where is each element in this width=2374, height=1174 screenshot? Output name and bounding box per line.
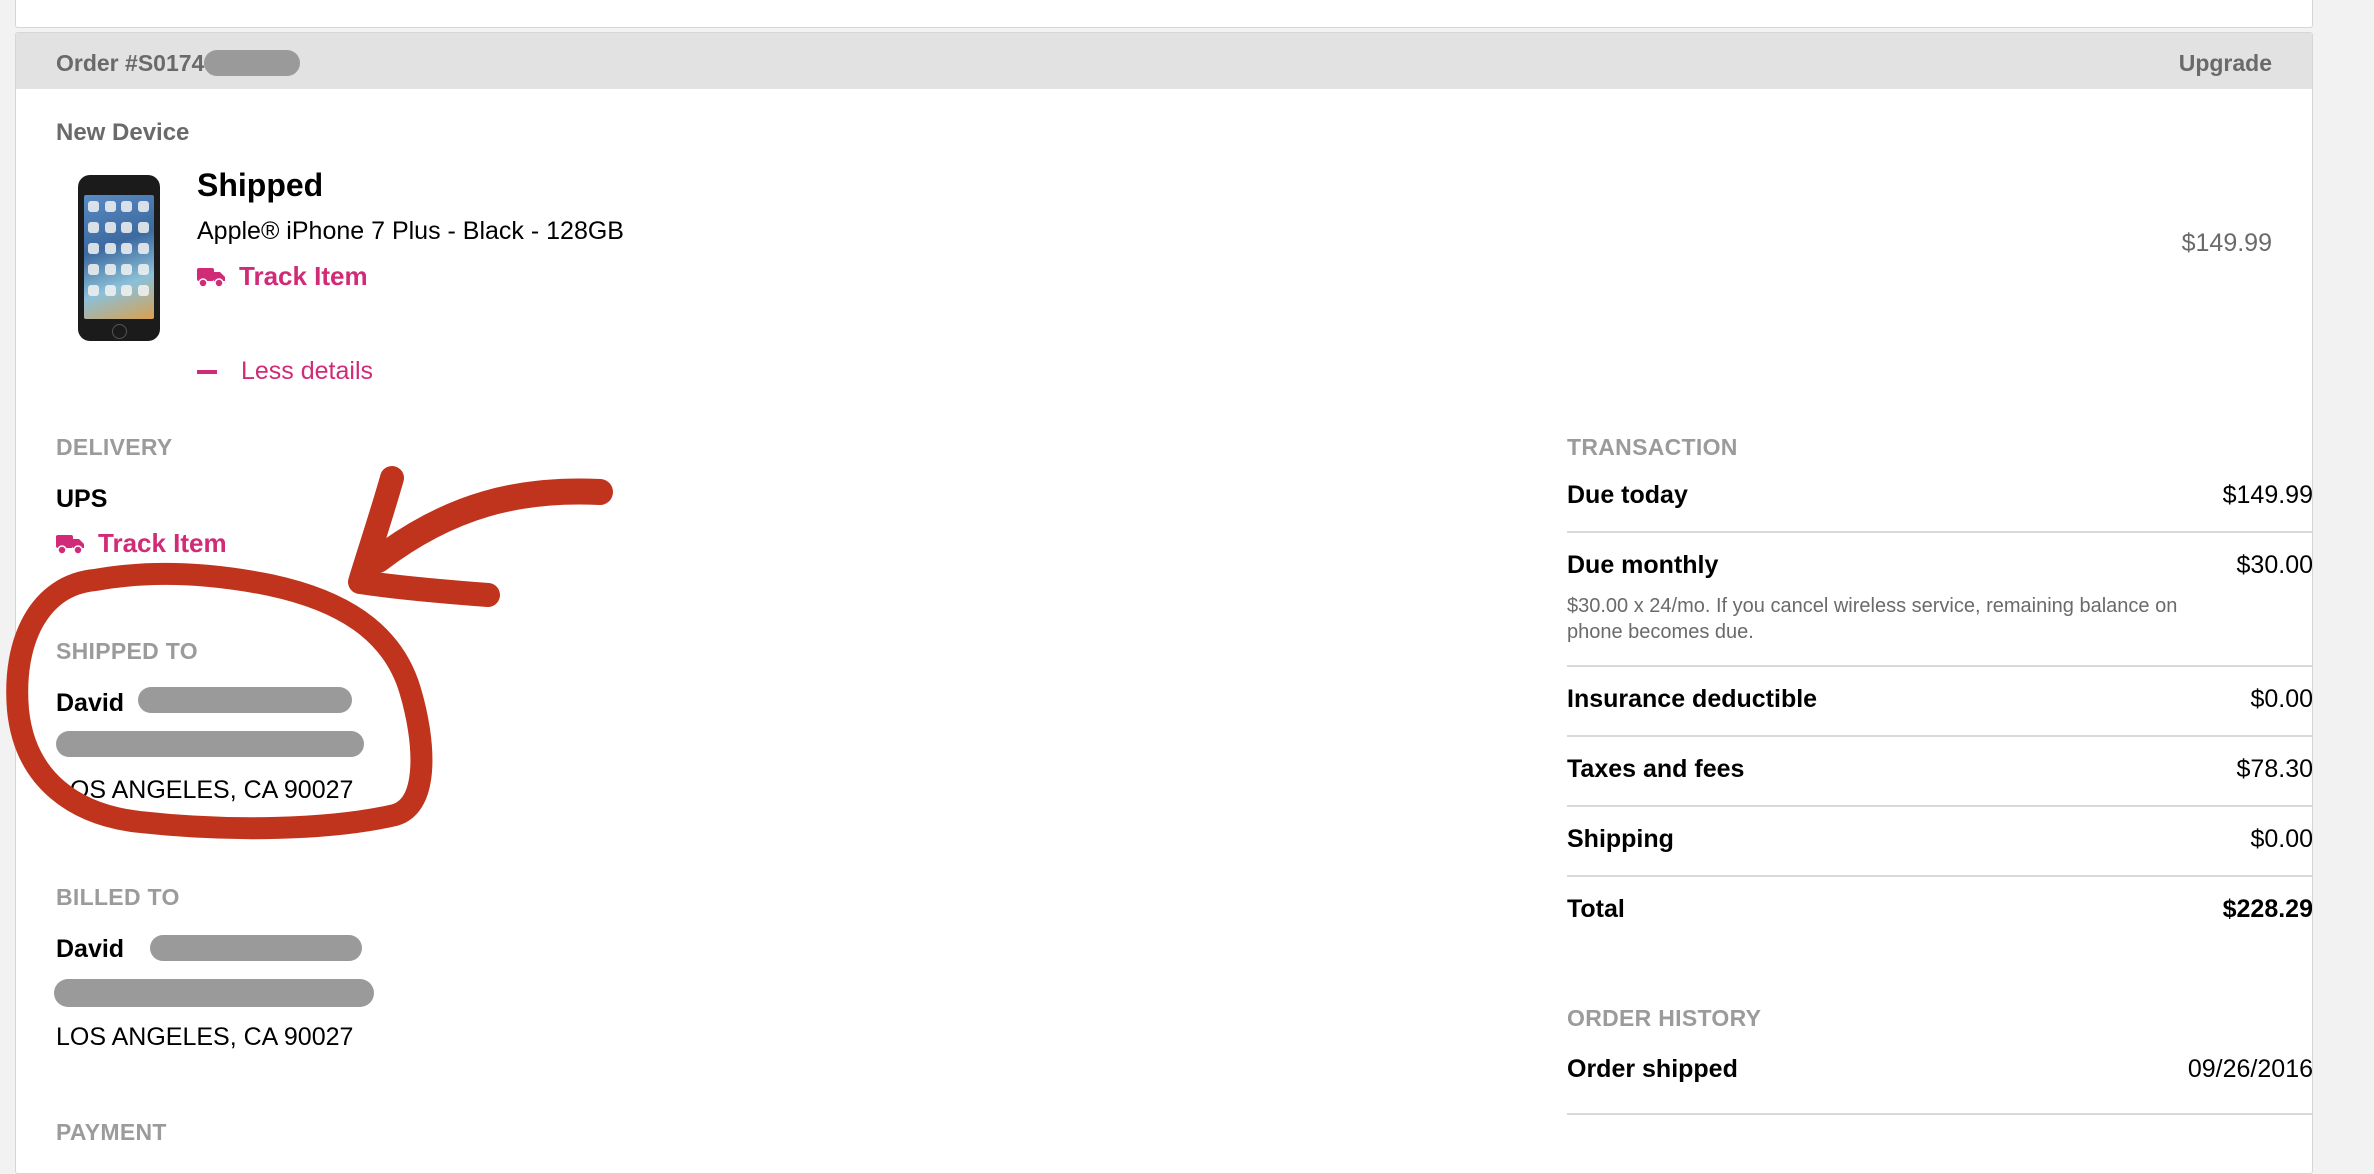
transaction-row-shipping: Shipping $0.00 <box>1567 825 2312 877</box>
shipped-to-street-redaction <box>56 731 364 757</box>
due-monthly-note: $30.00 x 24/mo. If you cancel wireless s… <box>1567 595 2178 643</box>
billed-to-city: LOS ANGELES, CA 90027 <box>56 1023 354 1051</box>
delivery-track-item-link[interactable]: Track Item <box>56 528 227 559</box>
shipped-to-name-redaction <box>138 687 352 713</box>
order-number: Order #S0174 <box>56 49 301 77</box>
previous-card <box>15 0 2313 28</box>
transaction-heading: TRANSACTION <box>1567 434 1738 460</box>
order-number-text: Order #S0174 <box>56 50 205 76</box>
device-price: $149.99 <box>2181 229 2272 257</box>
transaction-row-insurance: Insurance deductible $0.00 <box>1567 685 2312 737</box>
new-device-heading: New Device <box>56 119 190 146</box>
device-track-item-link[interactable]: Track Item <box>197 261 368 292</box>
shipped-to-name: David <box>56 689 125 717</box>
delivery-track-item-label: Track Item <box>98 528 227 558</box>
truck-icon <box>56 534 84 555</box>
shipped-to-city: LOS ANGELES, CA 90027 <box>56 776 354 804</box>
truck-icon <box>197 267 225 288</box>
billed-to-street-redaction <box>54 979 374 1007</box>
order-number-redaction <box>204 49 301 76</box>
transaction-row-taxes: Taxes and fees $78.30 <box>1567 755 2312 807</box>
shipment-status: Shipped <box>197 167 324 203</box>
shipped-to-heading: SHIPPED TO <box>56 638 198 664</box>
order-history-heading: ORDER HISTORY <box>1567 1005 1762 1031</box>
minus-icon <box>197 369 217 374</box>
transaction-row-due-today: Due today $149.99 <box>1567 481 2312 533</box>
order-header: Order #S0174 Upgrade <box>16 33 2312 89</box>
device-name: Apple® iPhone 7 Plus - Black - 128GB <box>197 217 624 245</box>
billed-to-name-redaction <box>150 935 362 961</box>
phone-image <box>78 175 160 341</box>
transaction-row-total: Total $228.29 <box>1567 895 2313 923</box>
payment-heading: PAYMENT <box>56 1119 167 1145</box>
device-track-item-label: Track Item <box>239 261 368 291</box>
billed-to-heading: BILLED TO <box>56 884 180 910</box>
order-card: Order #S0174 Upgrade New Device Shipped … <box>15 32 2313 1174</box>
order-history-row: Order shipped 09/26/2016 <box>1567 1055 2312 1115</box>
delivery-heading: DELIVERY <box>56 434 173 460</box>
less-details-toggle[interactable]: Less details <box>197 357 373 386</box>
order-type: Upgrade <box>2178 50 2272 76</box>
billed-to-name: David <box>56 935 125 963</box>
delivery-carrier: UPS <box>56 485 108 513</box>
less-details-label: Less details <box>241 357 374 385</box>
